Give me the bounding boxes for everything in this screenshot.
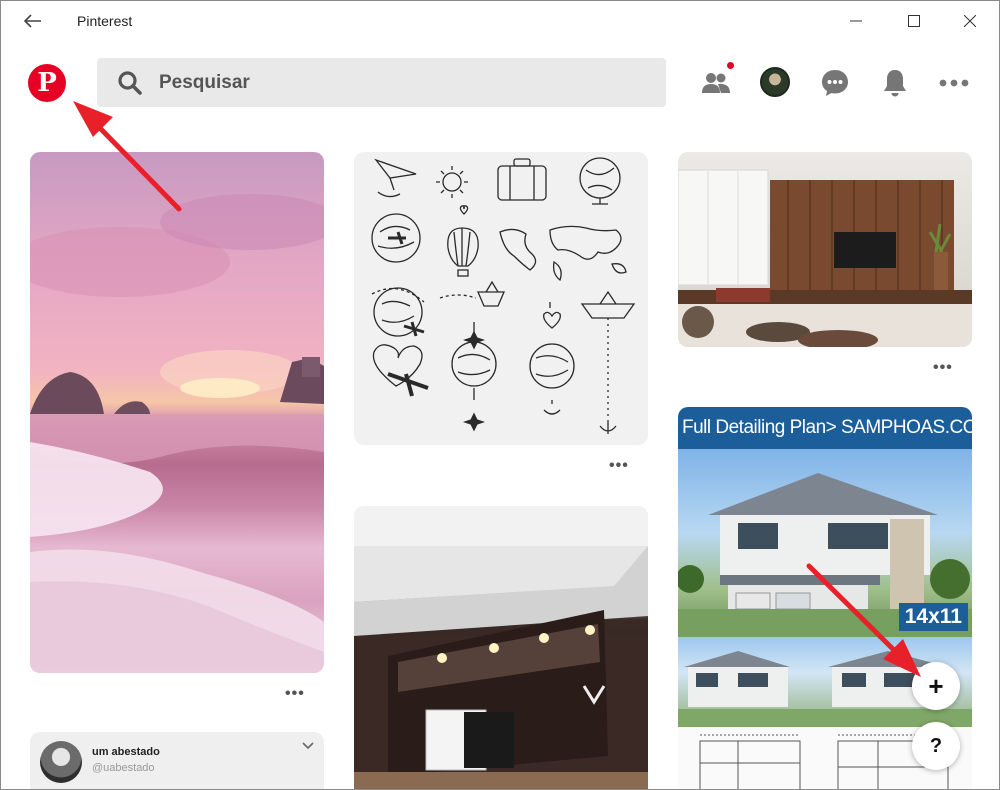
pin-tv-wall-interior[interactable] [354,506,648,789]
back-button[interactable] [19,9,47,33]
profile-avatar[interactable] [760,67,790,97]
title-bar: Pinterest [1,1,999,41]
chevron-down-icon[interactable] [302,742,314,750]
travel-icons-image [371,157,636,434]
search-bar[interactable]: Pesquisar [97,58,666,107]
messages-button[interactable] [817,65,853,101]
more-options-button[interactable] [936,65,972,101]
pinterest-logo[interactable]: P [28,64,66,102]
user-handle: @uabestado [92,762,155,774]
close-icon [964,15,976,27]
notification-dot [727,62,734,69]
pin-more-button[interactable]: ••• [285,685,305,703]
search-placeholder: Pesquisar [159,71,250,93]
chat-bubble-icon [822,70,848,96]
bell-icon [884,70,906,97]
user-avatar [40,741,82,783]
pin-sunset-beach[interactable] [30,152,324,673]
more-horizontal-icon [939,79,969,87]
search-icon [118,70,142,95]
add-button[interactable]: + [912,662,960,710]
back-arrow-icon [24,14,41,28]
maximize-icon [908,15,920,27]
pinterest-logo-letter: P [37,68,57,98]
tv-wall-interior-image [354,506,648,789]
living-room-image [678,169,972,347]
pinterest-window: Pinterest P Pesquisar ••• um abestado @u… [0,0,1000,790]
minimize-icon [850,20,862,22]
pin-living-room[interactable] [678,152,972,347]
house-pin-banner: Full Detailing Plan> SAMPHOAS.COM [678,407,972,449]
people-button[interactable] [698,65,734,101]
people-icon [702,73,730,93]
pin-travel-icons[interactable] [354,152,648,445]
minimize-button[interactable] [841,7,871,35]
user-name: um abestado [92,746,160,758]
close-button[interactable] [955,7,985,35]
notifications-button[interactable] [877,65,913,101]
maximize-button[interactable] [899,7,929,35]
help-button[interactable]: ? [912,722,960,770]
pin-more-button[interactable]: ••• [933,359,953,377]
user-card[interactable]: um abestado @uabestado [30,732,324,789]
house-size-tag: 14x11 [898,603,968,631]
pin-more-button[interactable]: ••• [609,457,629,475]
sunset-beach-image [30,194,324,673]
window-title: Pinterest [77,13,133,29]
